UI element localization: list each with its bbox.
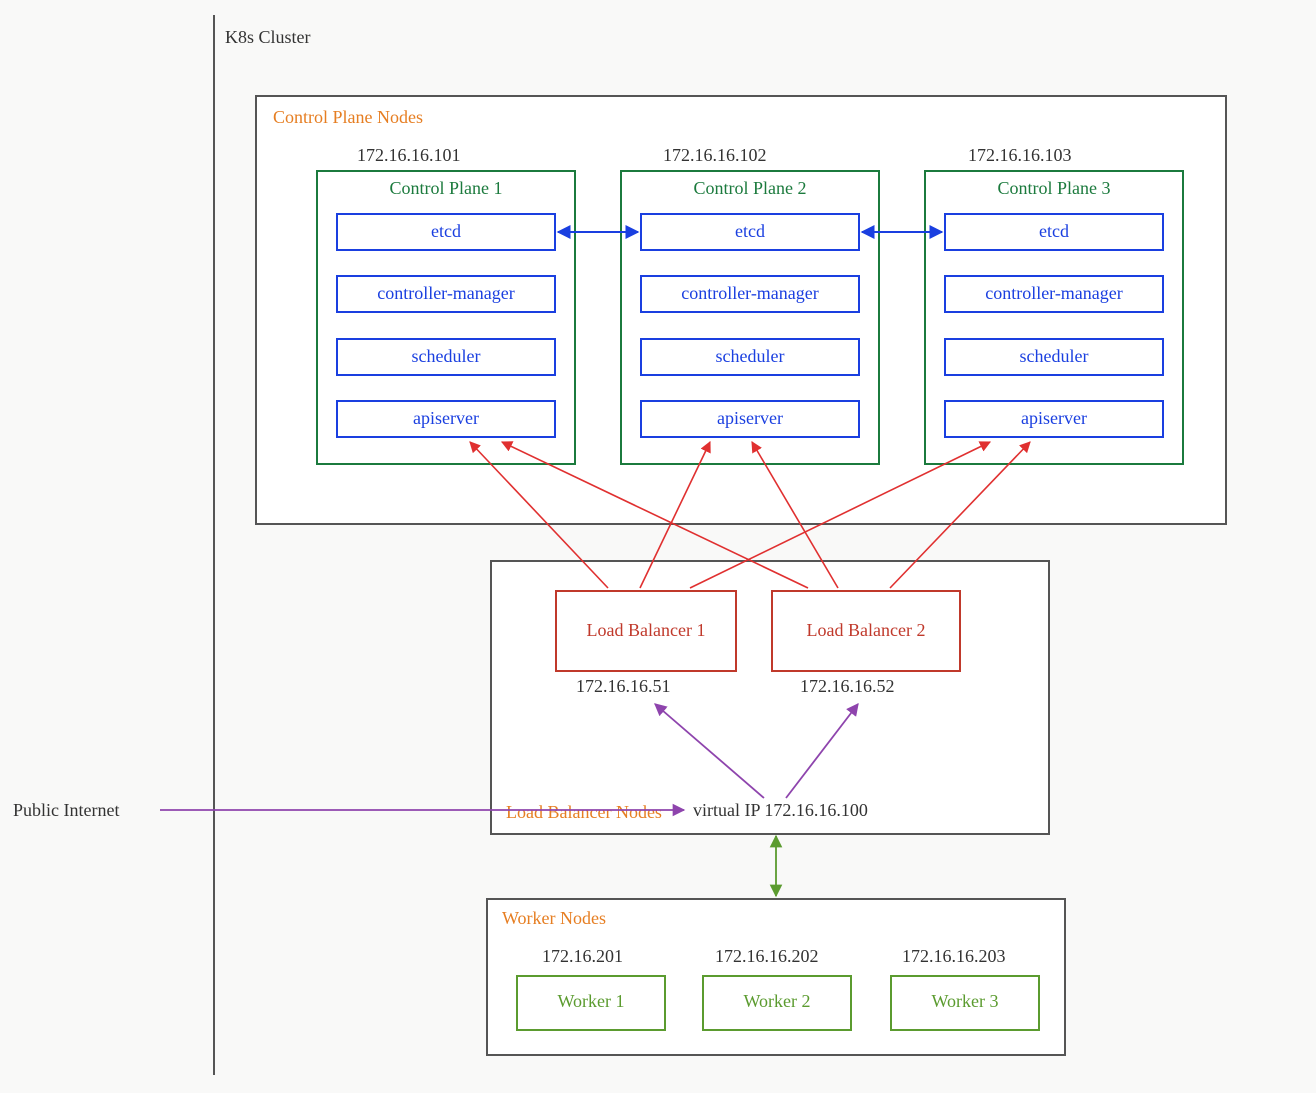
w2-name: Worker 2 [704,991,850,1012]
cp1-sched-label: scheduler [338,346,554,367]
vertical-divider [213,15,215,1075]
cp1-controller-manager: controller-manager [336,275,556,313]
control-plane-group-title: Control Plane Nodes [273,107,423,128]
worker-1: Worker 1 [516,975,666,1031]
lb1-name: Load Balancer 1 [557,620,735,641]
cp2-scheduler: scheduler [640,338,860,376]
cp1-cm-label: controller-manager [338,283,554,304]
cp1-etcd: etcd [336,213,556,251]
cp2-etcd: etcd [640,213,860,251]
lb-group-title: Load Balancer Nodes [506,802,662,823]
lb2-name: Load Balancer 2 [773,620,959,641]
cp1-name: Control Plane 1 [318,178,574,199]
cp3-scheduler: scheduler [944,338,1164,376]
cp2-api-label: apiserver [642,408,858,429]
w1-name: Worker 1 [518,991,664,1012]
cp2-controller-manager: controller-manager [640,275,860,313]
cp1-scheduler: scheduler [336,338,556,376]
cp3-etcd: etcd [944,213,1164,251]
cp3-sched-label: scheduler [946,346,1162,367]
cp3-name: Control Plane 3 [926,178,1182,199]
worker-3: Worker 3 [890,975,1040,1031]
cp3-cm-label: controller-manager [946,283,1162,304]
cp2-cm-label: controller-manager [642,283,858,304]
worker-group-title: Worker Nodes [502,908,606,929]
cp1-api-label: apiserver [338,408,554,429]
cp3-apiserver: apiserver [944,400,1164,438]
worker-2: Worker 2 [702,975,852,1031]
cp2-etcd-label: etcd [642,221,858,242]
cp2-name: Control Plane 2 [622,178,878,199]
cp3-controller-manager: controller-manager [944,275,1164,313]
public-internet-label: Public Internet [13,800,119,821]
load-balancer-1: Load Balancer 1 [555,590,737,672]
cp1-etcd-label: etcd [338,221,554,242]
cp3-api-label: apiserver [946,408,1162,429]
load-balancer-2: Load Balancer 2 [771,590,961,672]
w3-name: Worker 3 [892,991,1038,1012]
cp3-etcd-label: etcd [946,221,1162,242]
cp1-apiserver: apiserver [336,400,556,438]
cluster-title: K8s Cluster [225,27,311,48]
cp2-apiserver: apiserver [640,400,860,438]
cp2-sched-label: scheduler [642,346,858,367]
